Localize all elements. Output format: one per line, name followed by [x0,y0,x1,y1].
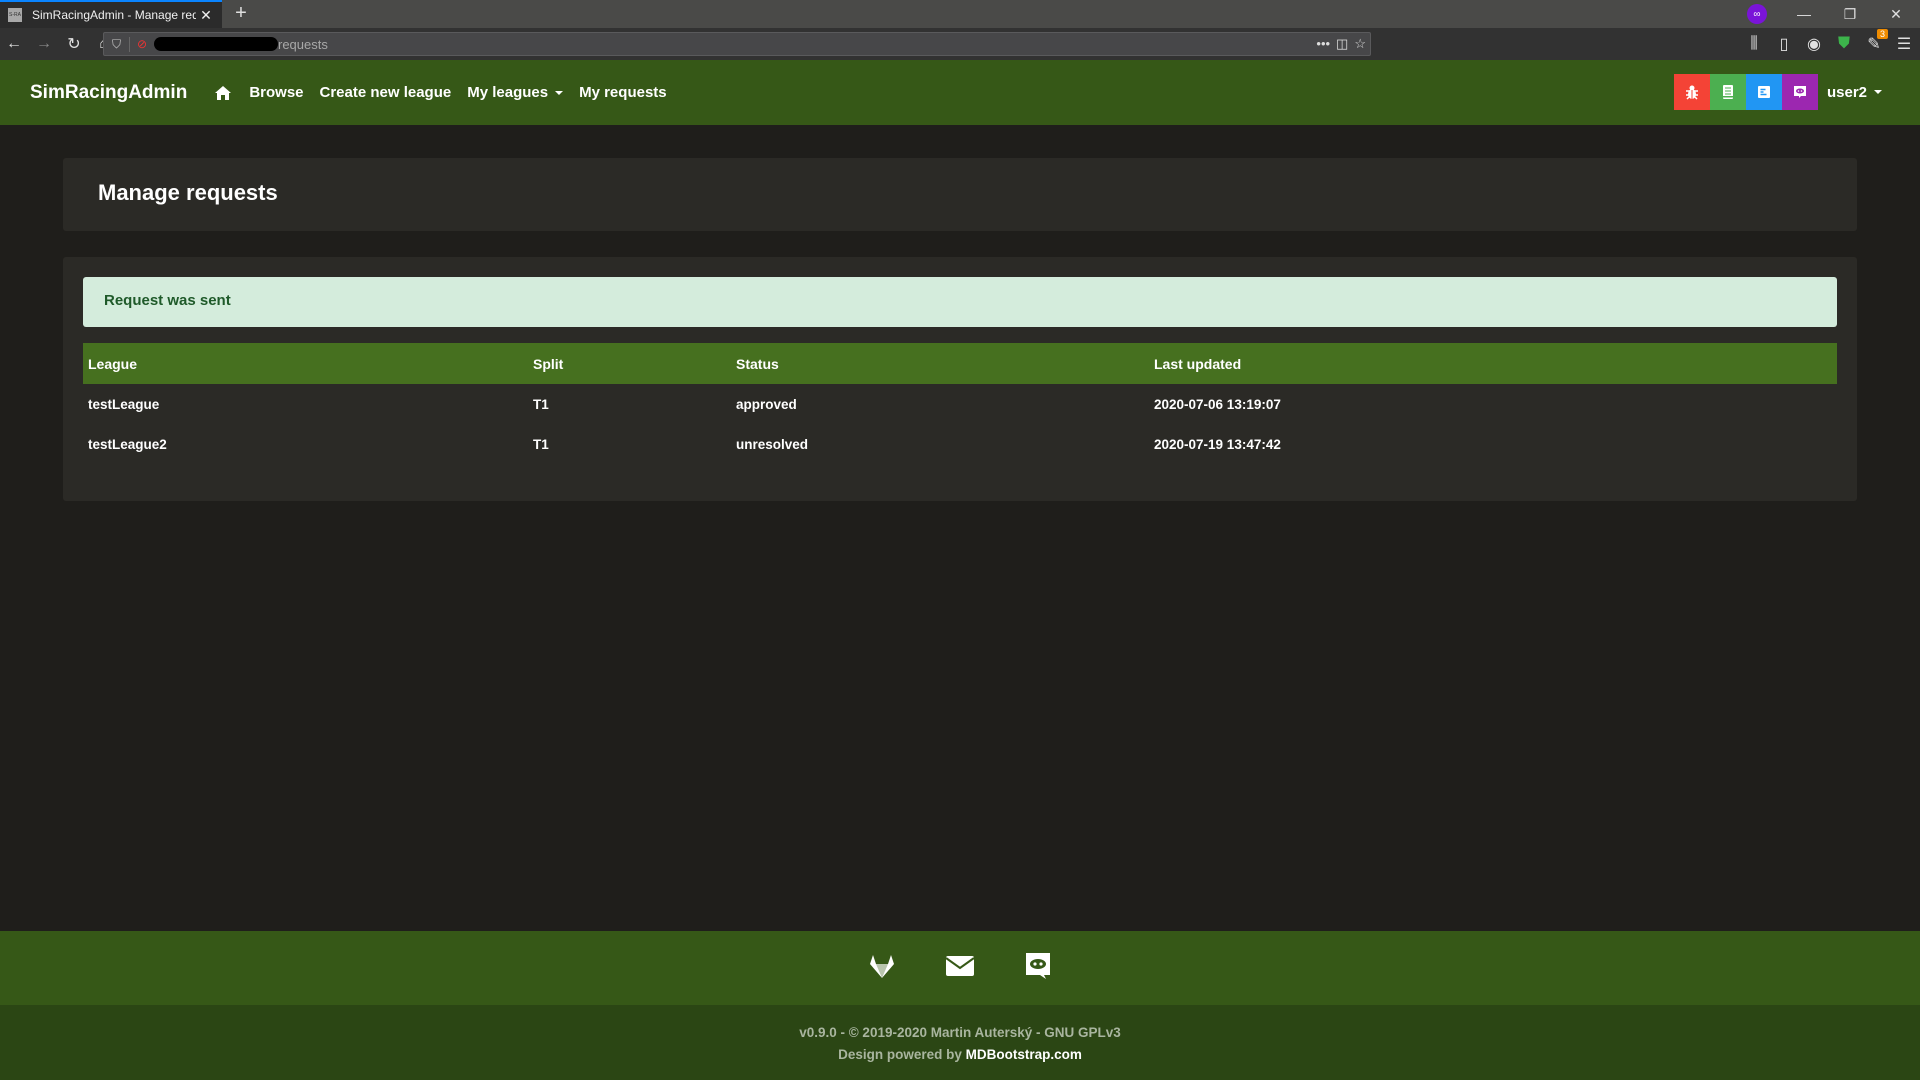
extension-badge: 3 [1876,29,1888,39]
footer-copyright: v0.9.0 - © 2019-2020 Martin Auterský - G… [0,1005,1920,1080]
private-browsing-icon: ∞ [1747,4,1767,24]
guide-button[interactable] [1709,74,1746,110]
cell-status: approved [736,396,797,412]
new-tab-button[interactable]: + [230,2,252,25]
minimize-button[interactable]: — [1784,0,1824,28]
report-bug-button[interactable] [1673,74,1710,110]
browser-tab-bar: S-RA SimRacingAdmin - Manage requests ✕ … [0,0,1920,28]
book-icon [1722,85,1733,99]
success-alert: Request was sent [83,277,1837,327]
requests-table: League Split Status Last updated testLea… [83,343,1837,464]
footer-links [0,931,1920,1005]
nav-my-requests[interactable]: My requests [579,84,667,101]
page-actions-icon[interactable]: ••• [1316,36,1330,52]
close-window-button[interactable]: ✕ [1876,0,1916,28]
discord-link[interactable] [1023,951,1053,986]
url-path: requests [278,36,328,52]
account-icon[interactable]: ◉ [1802,32,1826,56]
table-row: testLeague2 T1 unresolved 2020-07-19 13:… [83,424,1837,464]
design-credit: Design powered by MDBootstrap.com [0,1044,1920,1066]
nav-create-new-league[interactable]: Create new league [320,84,452,101]
mail-icon [945,955,975,976]
docs-icon [1757,86,1770,98]
navbar: SimRacingAdmin Browse Create new league … [0,60,1920,125]
requests-card: Request was sent League Split Status Las… [63,257,1857,501]
adblock-shield-icon[interactable]: ⛊ [1832,32,1856,56]
extension-icon[interactable]: ✎ 3 [1862,29,1888,56]
design-credit-prefix: Design powered by [838,1047,966,1062]
nav-browse[interactable]: Browse [249,84,303,101]
title-card: Manage requests [63,158,1857,231]
nav-my-leagues-label: My leagues [467,84,549,101]
back-icon[interactable]: ← [2,32,26,56]
insecure-lock-icon[interactable]: ⊘ [130,37,154,51]
tab-title: SimRacingAdmin - Manage requests [32,8,196,22]
cell-split: T1 [533,396,549,412]
mdbootstrap-link[interactable]: MDBootstrap.com [966,1047,1082,1062]
username: user2 [1826,83,1867,101]
restore-button[interactable]: ❐ [1830,0,1870,28]
navbar-right: user2 [1673,74,1882,110]
reload-icon[interactable]: ↻ [62,32,86,56]
cell-split: T1 [533,436,549,452]
sidebar-icon[interactable]: ▯ [1772,32,1796,56]
column-header-last-updated: Last updated [1154,355,1242,372]
discord-button[interactable] [1781,74,1818,110]
email-link[interactable] [945,951,975,986]
docs-button[interactable] [1745,74,1782,110]
pocket-icon[interactable]: ◫ [1336,36,1348,52]
caret-down-icon [1874,90,1882,94]
table-row: testLeague T1 approved 2020-07-06 13:19:… [83,384,1837,424]
cell-league: testLeague2 [88,436,167,452]
library-icon[interactable]: ⫼ [1742,32,1766,56]
browser-toolbar: ← → ↻ ⌂ ⛉ ⊘ requests ••• ◫ ☆ ⫼ ▯ ◉ ⛊ ✎3 … [0,28,1920,60]
close-tab-icon[interactable]: ✕ [196,7,216,24]
column-header-status: Status [736,355,779,372]
bookmark-star-icon[interactable]: ☆ [1354,36,1366,52]
home-icon[interactable] [214,85,232,101]
browser-tab[interactable]: S-RA SimRacingAdmin - Manage requests ✕ [0,0,222,28]
cell-status: unresolved [736,436,809,452]
url-bar[interactable]: ⛉ ⊘ requests ••• ◫ ☆ [103,32,1371,56]
column-header-league: League [88,355,138,372]
column-header-split: Split [533,355,564,372]
caret-down-icon [555,90,564,95]
cell-league: testLeague [88,396,160,412]
brand-logo[interactable]: SimRacingAdmin [30,82,187,104]
user-menu-dropdown[interactable]: user2 [1827,84,1882,101]
cell-last-updated: 2020-07-06 13:19:07 [1154,396,1281,412]
discord-icon [1026,952,1050,979]
gitlab-link[interactable] [867,951,897,986]
discord-icon [1793,86,1806,98]
menu-icon[interactable]: ☰ [1892,32,1916,56]
gitlab-icon [870,954,894,978]
bug-icon [1685,85,1698,100]
cell-last-updated: 2020-07-19 13:47:42 [1154,436,1281,452]
favicon-icon: S-RA [8,8,22,22]
tracking-shield-icon[interactable]: ⛉ [104,36,130,52]
page-title: Manage requests [98,180,278,205]
nav-my-leagues-dropdown[interactable]: My leagues [467,84,564,101]
copyright-text: v0.9.0 - © 2019-2020 Martin Auterský - G… [799,1025,1121,1040]
redacted-url [154,37,278,51]
forward-icon[interactable]: → [32,32,56,56]
table-header-row: League Split Status Last updated [83,343,1837,384]
